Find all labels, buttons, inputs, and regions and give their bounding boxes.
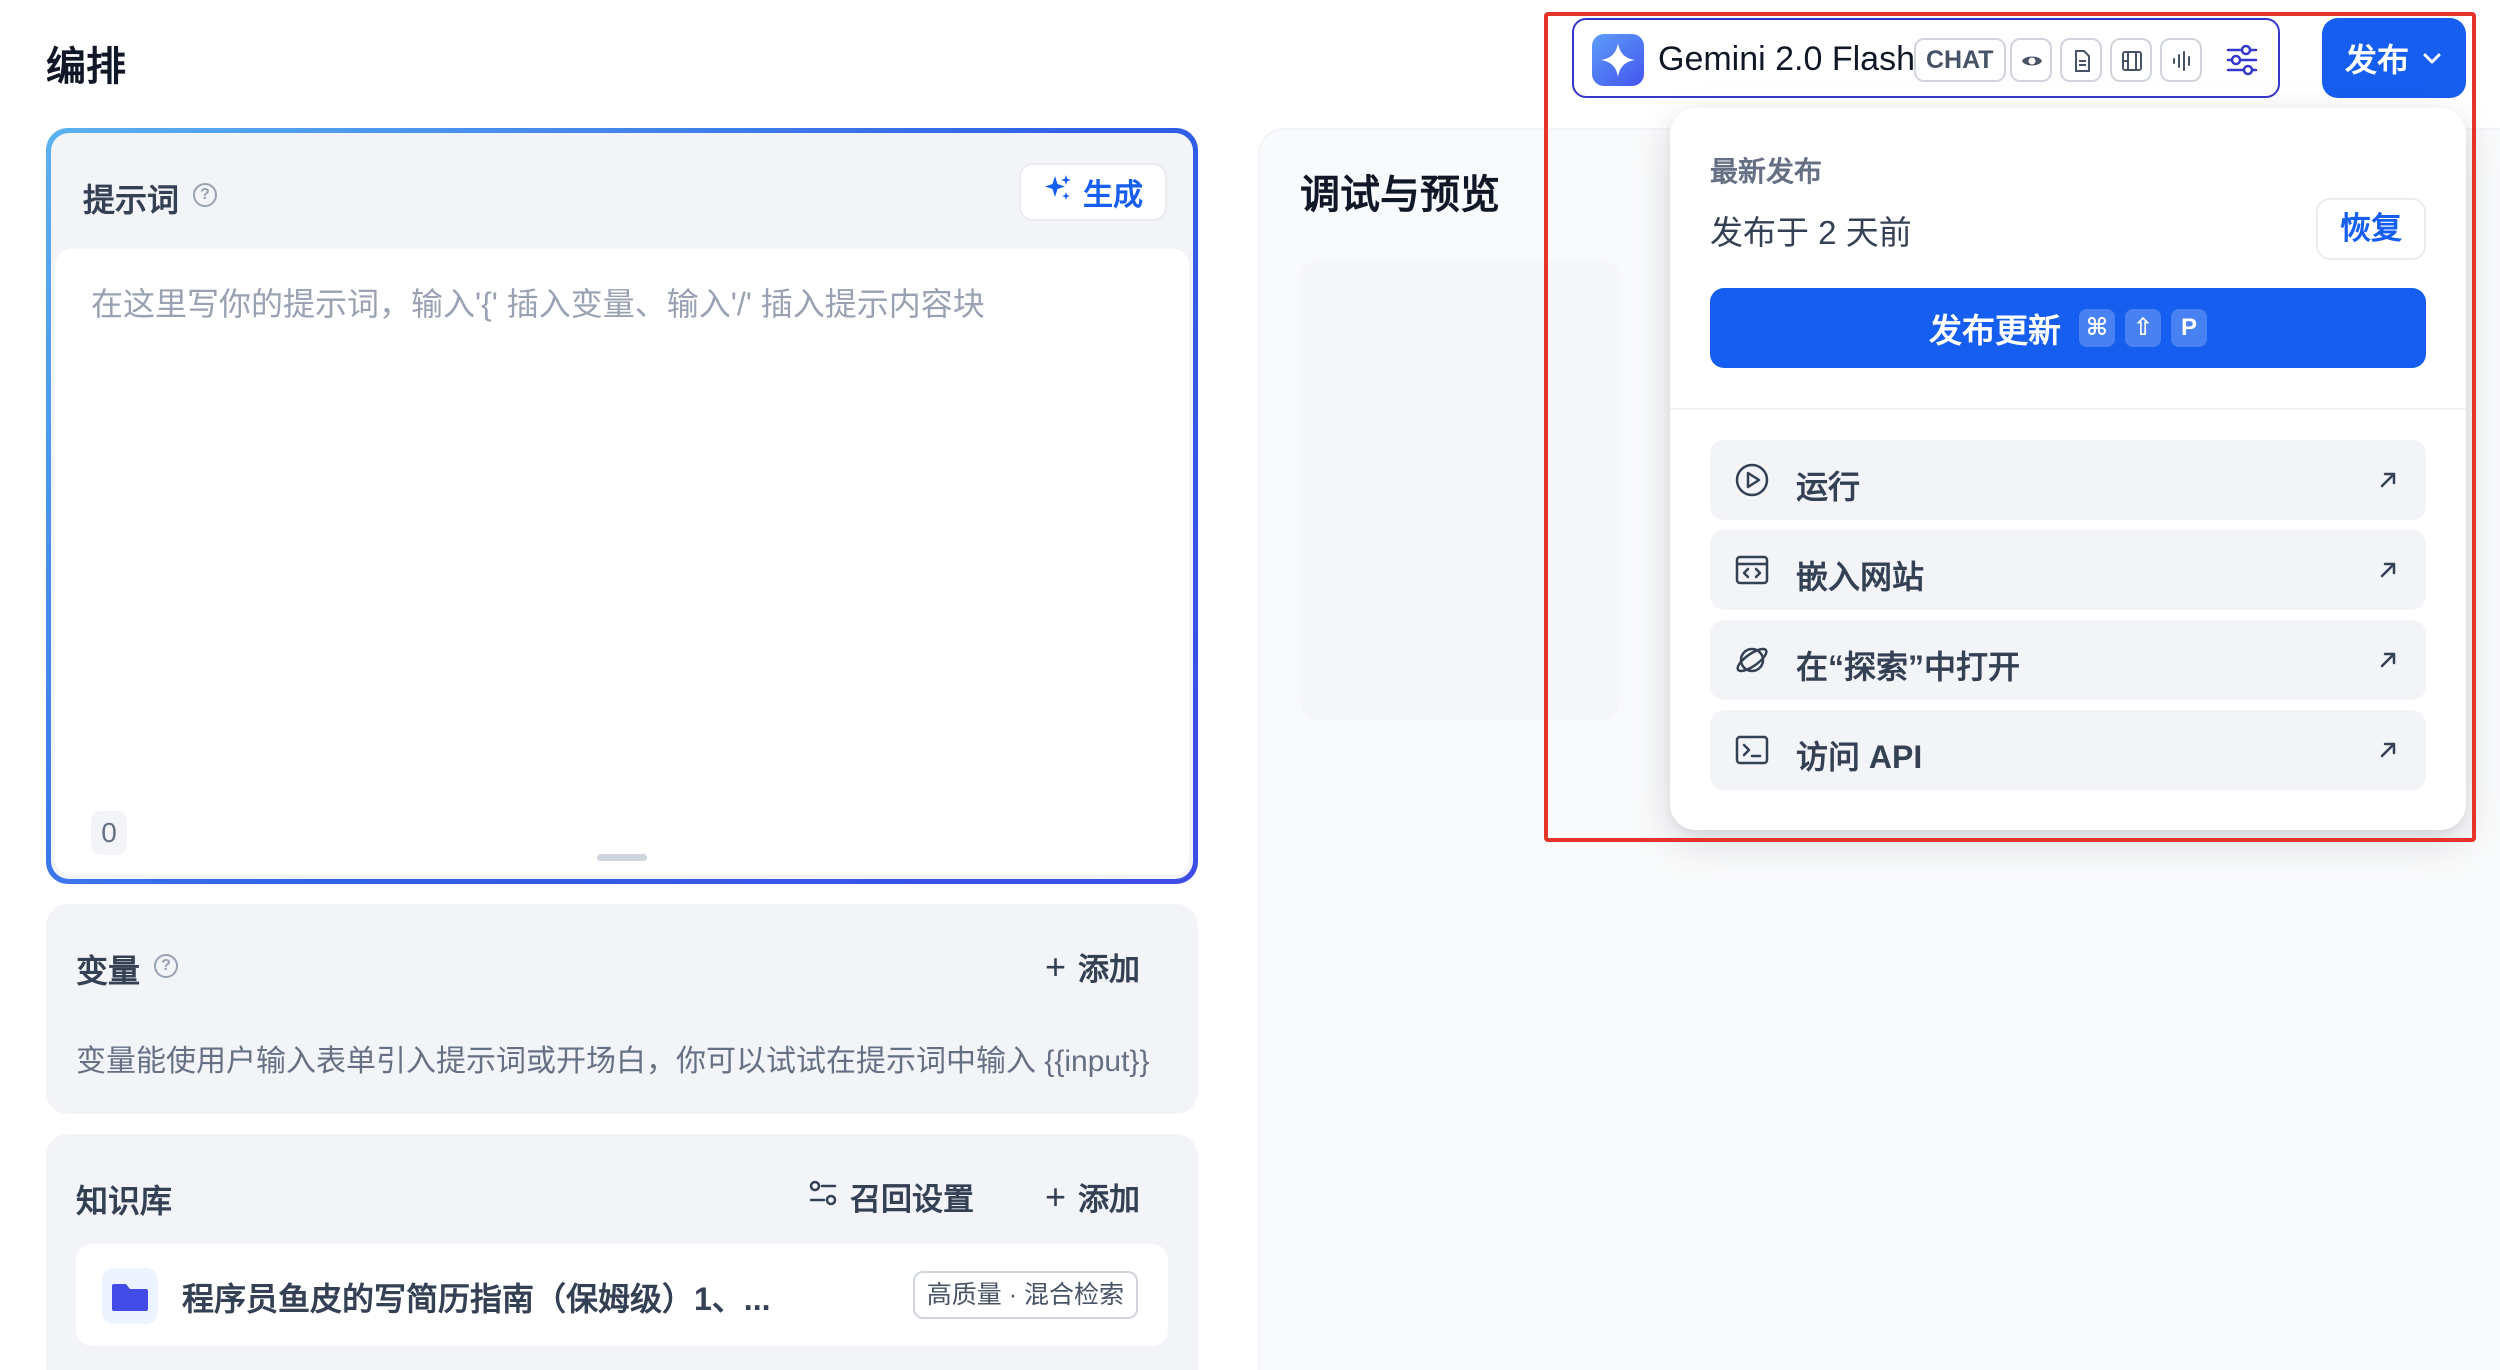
knowledge-title: 知识库 — [76, 1183, 173, 1219]
variables-section: 变量 ? + 添加 变量能使用户输入表单引入提示词或开场白，你可以试试在提示词中… — [46, 904, 1198, 1114]
help-icon[interactable]: ? — [154, 954, 178, 978]
access-api-item[interactable]: 访问 API — [1710, 710, 2426, 790]
publish-update-button[interactable]: 发布更新 ⌘ ⇧ P — [1710, 288, 2426, 368]
embed-code-icon — [1734, 552, 1770, 593]
prompt-editor[interactable]: 在这里写你的提示词，输入'{' 插入变量、输入'/' 插入提示内容块 0 — [55, 249, 1189, 875]
preview-title: 调试与预览 — [1300, 173, 1500, 217]
folder-icon — [102, 1268, 158, 1324]
prompt-placeholder: 在这里写你的提示词，输入'{' 插入变量、输入'/' 插入提示内容块 — [91, 286, 985, 322]
plus-icon: + — [1044, 945, 1066, 987]
knowledge-item[interactable]: 程序员鱼皮的写简历指南（保姆级）1、... 高质量 · 混合检索 — [76, 1244, 1168, 1346]
arrow-up-right-icon — [2374, 736, 2402, 769]
explore-planet-icon — [1734, 642, 1770, 683]
preview-placeholder-area — [1300, 260, 1620, 720]
play-circle-icon — [1734, 462, 1770, 503]
video-icon — [2110, 38, 2152, 82]
plus-icon: + — [1044, 1175, 1066, 1217]
char-counter: 0 — [91, 811, 127, 855]
variables-description: 变量能使用户输入表单引入提示词或开场白，你可以试试在提示词中输入 {{input… — [76, 1045, 1150, 1078]
arrow-up-right-icon — [2374, 556, 2402, 589]
model-name: Gemini 2.0 Flash — [1658, 40, 1915, 78]
mode-tag: CHAT — [1914, 38, 2006, 82]
recall-settings-icon — [808, 1178, 838, 1216]
add-knowledge-button[interactable]: + 添加 — [1045, 1174, 1140, 1219]
recall-settings-button[interactable]: 召回设置 — [808, 1174, 974, 1219]
sparkle-icon — [1043, 173, 1073, 211]
run-item[interactable]: 运行 — [1710, 440, 2426, 520]
audio-icon — [2160, 38, 2202, 82]
p-key: P — [2171, 309, 2207, 347]
prompt-card: 提示词 ? 生成 在这里写你的提示词，输入'{' 插入变量、输入'/' 插入提示… — [46, 128, 1198, 884]
eye-icon — [2010, 38, 2052, 82]
help-icon[interactable]: ? — [193, 183, 217, 207]
document-icon — [2060, 38, 2102, 82]
divider — [1670, 408, 2466, 410]
resize-handle[interactable] — [597, 854, 647, 861]
publish-button[interactable]: 发布 — [2322, 18, 2466, 98]
restore-button[interactable]: 恢复 — [2316, 198, 2426, 260]
chevron-down-icon — [2421, 40, 2443, 77]
variables-title: 变量 — [76, 953, 141, 989]
model-selector[interactable]: Gemini 2.0 Flash CHAT — [1572, 18, 2280, 98]
knowledge-section: 知识库 召回设置 + 添加 程序员鱼皮的写简历指南（保姆级）1、... 高质量 … — [46, 1134, 1198, 1370]
gemini-logo-icon — [1592, 34, 1644, 86]
shift-key-icon: ⇧ — [2125, 309, 2161, 347]
terminal-icon — [1734, 732, 1770, 773]
retrieval-mode-badge: 高质量 · 混合检索 — [912, 1271, 1138, 1319]
knowledge-item-name: 程序员鱼皮的写简历指南（保姆级）1、... — [182, 1281, 771, 1317]
publish-dropdown: 最新发布 发布于 2 天前 恢复 发布更新 ⌘ ⇧ P 运行 嵌入网站 在“探索… — [1670, 108, 2466, 830]
embed-website-item[interactable]: 嵌入网站 — [1710, 530, 2426, 610]
add-variable-button[interactable]: + 添加 — [1045, 944, 1140, 989]
model-settings-icon[interactable] — [2224, 42, 2260, 83]
published-time: 发布于 2 天前 — [1710, 214, 1912, 251]
open-in-explore-item[interactable]: 在“探索”中打开 — [1710, 620, 2426, 700]
latest-publish-label: 最新发布 — [1710, 156, 1823, 187]
command-key-icon: ⌘ — [2079, 309, 2115, 347]
arrow-up-right-icon — [2374, 466, 2402, 499]
page-title: 编排 — [46, 45, 126, 89]
prompt-label: 提示词 — [83, 182, 180, 218]
arrow-up-right-icon — [2374, 646, 2402, 679]
generate-button[interactable]: 生成 — [1019, 163, 1167, 221]
generate-label: 生成 — [1083, 179, 1143, 212]
